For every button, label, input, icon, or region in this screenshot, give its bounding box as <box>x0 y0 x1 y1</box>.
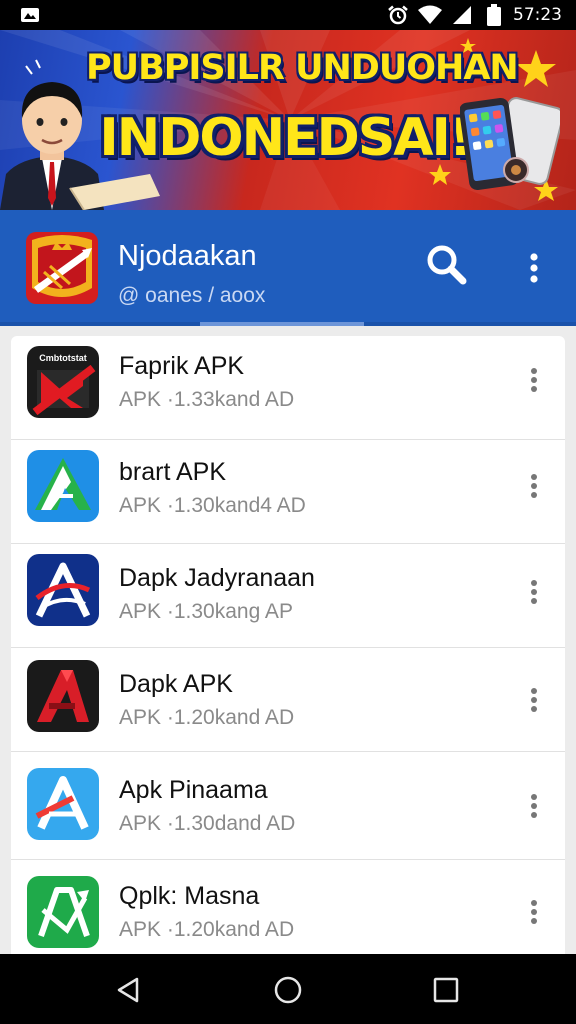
apk-pinaama-app-icon <box>27 768 99 840</box>
more-vertical-icon <box>531 580 537 604</box>
item-more-button[interactable] <box>519 892 549 932</box>
brart-app-icon <box>27 450 99 522</box>
app-list: Cmbtotstat Faprik APK APK ·1.33kand AD b… <box>11 336 565 956</box>
phones-illustration <box>460 97 560 191</box>
list-item[interactable]: brart APK APK ·1.30kand4 AD <box>11 440 565 544</box>
app-meta: APK ·1.30kang AP <box>119 600 293 623</box>
item-more-button[interactable] <box>519 572 549 612</box>
tab-indicator <box>0 322 576 326</box>
list-item[interactable]: Dapk Jadyranaan APK ·1.30kang AP <box>11 544 565 648</box>
search-icon <box>427 245 467 285</box>
dapk-app-icon <box>27 660 99 732</box>
app-meta: APK ·1.33kand AD <box>119 388 295 411</box>
navigation-bar <box>0 954 576 1024</box>
signal-icon <box>451 5 473 25</box>
app-name: Dapk APK <box>119 670 233 698</box>
app-logo-icon[interactable] <box>26 232 98 304</box>
presenter-illustration <box>0 82 160 210</box>
app-meta: APK ·1.20kand AD <box>119 918 295 941</box>
list-item[interactable]: Apk Pinaama APK ·1.30dand AD <box>11 752 565 860</box>
app-header: Njodaakan @ oanes / aoox <box>0 210 576 326</box>
list-item[interactable]: Cmbtotstat Faprik APK APK ·1.33kand AD <box>11 336 565 440</box>
app-name: Apk Pinaama <box>119 776 268 804</box>
list-item[interactable]: Dapk APK APK ·1.20kand AD <box>11 648 565 752</box>
wifi-icon <box>417 5 443 25</box>
item-more-button[interactable] <box>519 786 549 826</box>
alarm-icon <box>387 5 409 25</box>
back-icon <box>117 977 139 1003</box>
overflow-menu-button[interactable] <box>512 240 556 296</box>
app-meta: APK ·1.30dand AD <box>119 812 296 835</box>
item-more-button[interactable] <box>519 360 549 400</box>
notification-image-icon <box>20 7 40 23</box>
promo-banner[interactable]: PUBPISILR UNDUOHAN INDONEDSAI! <box>0 30 576 210</box>
battery-icon <box>487 4 501 26</box>
status-time: 57:23 <box>513 5 562 25</box>
recents-icon <box>433 977 459 1003</box>
app-title: Njodaakan <box>118 240 257 272</box>
home-icon <box>274 976 302 1004</box>
item-more-button[interactable] <box>519 680 549 720</box>
app-name: Qplk: Masna <box>119 882 260 910</box>
dapk-jadyranaan-app-icon <box>27 554 99 626</box>
status-bar: 57:23 <box>0 0 576 30</box>
app-name: Dapk Jadyranaan <box>119 564 315 592</box>
more-vertical-icon <box>531 688 537 712</box>
app-name: Faprik APK <box>119 352 245 380</box>
app-meta: APK ·1.30kand4 AD <box>119 494 306 517</box>
qplk-masna-app-icon <box>27 876 99 948</box>
more-vertical-icon <box>530 253 538 283</box>
faprik-logo-text: Cmbtotstat <box>39 353 87 363</box>
item-more-button[interactable] <box>519 466 549 506</box>
home-button[interactable] <box>258 964 318 1016</box>
app-subtitle: @ oanes / aoox <box>118 284 266 307</box>
more-vertical-icon <box>531 900 537 924</box>
list-item[interactable]: Qplk: Masna APK ·1.20kand AD <box>11 860 565 956</box>
back-button[interactable] <box>98 964 158 1016</box>
faprik-app-icon: Cmbtotstat <box>27 346 99 418</box>
more-vertical-icon <box>531 368 537 392</box>
app-name: brart APK <box>119 458 226 486</box>
recents-button[interactable] <box>416 964 476 1016</box>
app-meta: APK ·1.20kand AD <box>119 706 295 729</box>
search-button[interactable] <box>418 236 474 292</box>
more-vertical-icon <box>531 474 537 498</box>
more-vertical-icon <box>531 794 537 818</box>
